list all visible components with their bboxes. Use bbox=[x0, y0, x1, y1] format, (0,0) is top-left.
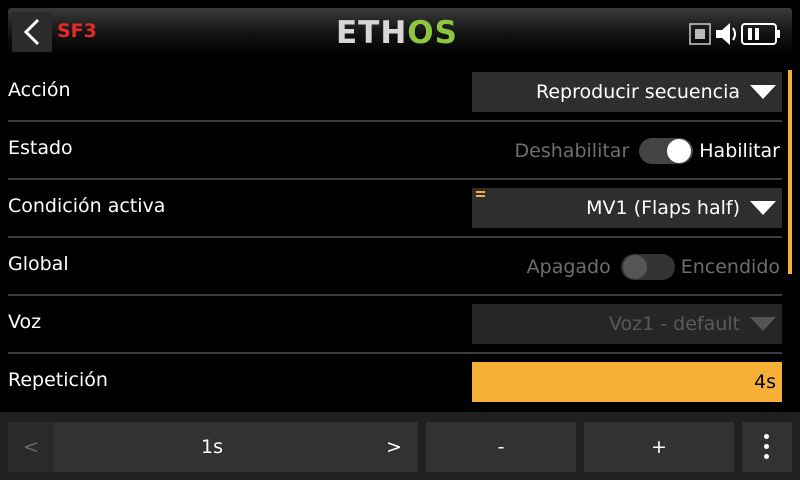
condicion-dropdown[interactable]: MV1 (Flaps half) bbox=[472, 188, 782, 228]
status-icons bbox=[689, 23, 780, 45]
more-vertical-icon bbox=[764, 434, 770, 464]
settings-form: Acción Reproducir secuencia Estado Desha… bbox=[0, 64, 784, 412]
decrement-button[interactable]: - bbox=[426, 422, 576, 472]
voz-dropdown[interactable]: Voz1 - default bbox=[472, 304, 782, 344]
global-toggle-group: Apagado Encendido bbox=[527, 253, 780, 281]
row-label: Repetición bbox=[8, 369, 108, 391]
dropdown-value: Reproducir secuencia bbox=[536, 81, 740, 103]
back-button[interactable] bbox=[12, 12, 52, 52]
prev-step-button[interactable]: < bbox=[8, 422, 54, 472]
step-value: 1s bbox=[201, 436, 223, 458]
ethos-logo: ETHOS bbox=[336, 15, 458, 51]
row-estado: Estado Deshabilitar Habilitar bbox=[0, 122, 784, 180]
more-options-button[interactable] bbox=[742, 422, 792, 472]
row-condicion-activa: Condición activa MV1 (Flaps half) bbox=[0, 180, 784, 238]
field-value: 4s bbox=[754, 371, 776, 393]
toggle-on-label: Encendido bbox=[680, 256, 780, 278]
scrollbar[interactable] bbox=[788, 70, 792, 274]
row-label: Condición activa bbox=[8, 195, 166, 217]
repeticion-value-field[interactable]: 4s bbox=[472, 362, 782, 402]
row-label: Acción bbox=[8, 79, 71, 101]
row-label: Global bbox=[8, 253, 69, 275]
toggle-knob bbox=[622, 255, 647, 279]
list-icon bbox=[476, 191, 485, 199]
bottom-toolbar: < 1s > - + bbox=[0, 412, 800, 480]
chevron-down-icon bbox=[750, 201, 776, 215]
row-global: Global Apagado Encendido bbox=[0, 238, 784, 296]
row-label: Voz bbox=[8, 311, 42, 333]
global-toggle[interactable] bbox=[620, 254, 675, 280]
row-accion: Acción Reproducir secuencia bbox=[0, 64, 784, 122]
accion-dropdown[interactable]: Reproducir secuencia bbox=[472, 72, 782, 112]
sd-card-icon bbox=[689, 23, 711, 45]
back-icon bbox=[23, 18, 40, 46]
toggle-on-label: Habilitar bbox=[699, 140, 780, 162]
estado-toggle-group: Deshabilitar Habilitar bbox=[515, 137, 780, 165]
toggle-knob bbox=[667, 139, 692, 163]
chevron-down-icon bbox=[750, 317, 776, 331]
estado-toggle[interactable] bbox=[639, 138, 694, 164]
battery-icon bbox=[741, 23, 780, 45]
step-selector: < 1s > bbox=[8, 422, 418, 472]
increment-button[interactable]: + bbox=[584, 422, 734, 472]
row-repeticion: Repetición 4s bbox=[0, 354, 784, 412]
toggle-off-label: Deshabilitar bbox=[514, 140, 630, 162]
dropdown-value: MV1 (Flaps half) bbox=[586, 197, 740, 219]
dropdown-value: Voz1 - default bbox=[609, 313, 740, 335]
chevron-down-icon bbox=[750, 85, 776, 99]
toggle-off-label: Apagado bbox=[526, 256, 611, 278]
page-title: SF3 bbox=[57, 20, 97, 42]
next-step-button[interactable]: > bbox=[370, 422, 418, 472]
row-voz: Voz Voz1 - default bbox=[0, 296, 784, 354]
row-label: Estado bbox=[8, 137, 73, 159]
speaker-icon bbox=[716, 23, 736, 45]
header: SF3 ETHOS bbox=[0, 0, 800, 64]
